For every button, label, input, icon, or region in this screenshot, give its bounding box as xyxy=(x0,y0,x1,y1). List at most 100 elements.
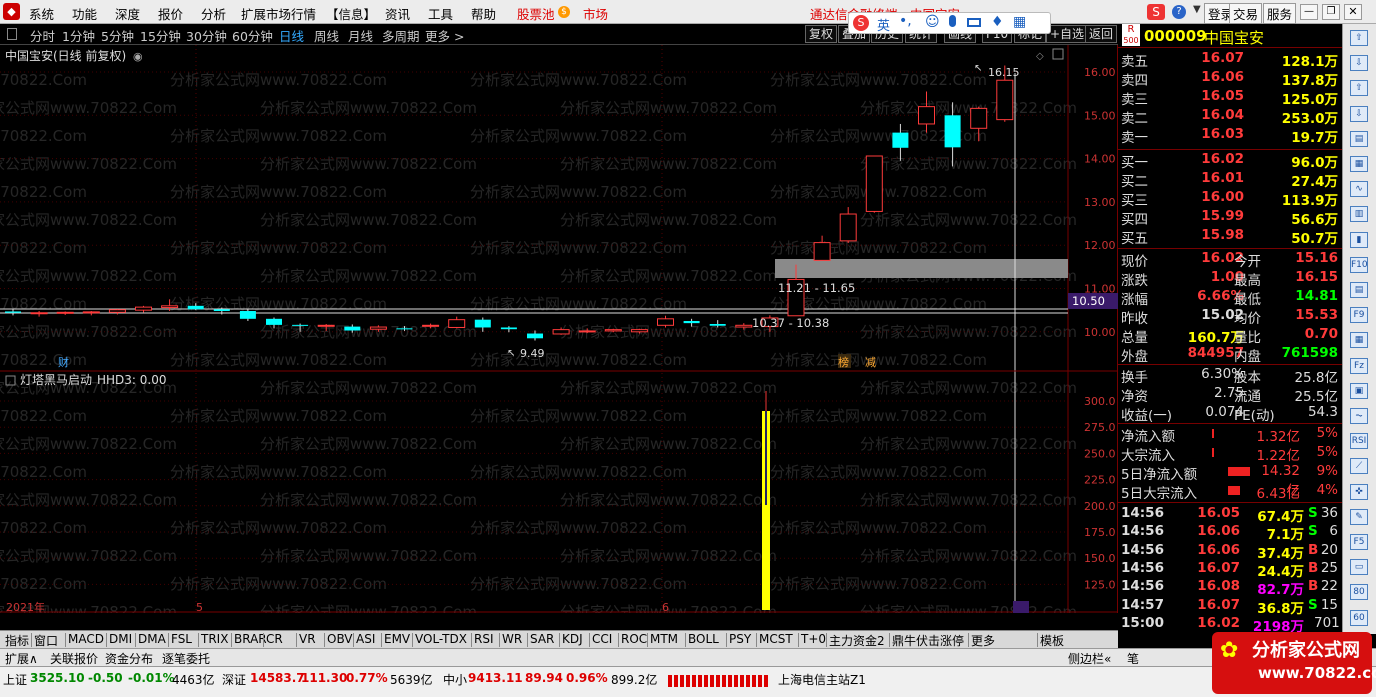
ask-row[interactable]: 卖三 16.05 125.0万 xyxy=(1118,88,1342,108)
tick-row[interactable]: 14:57 16.07 36.8万 S 15 xyxy=(1118,597,1342,617)
indicator-tab[interactable]: 更多 xyxy=(971,632,995,649)
period-tab-fenshi[interactable]: 分时 xyxy=(30,26,55,45)
indicator-tab[interactable]: CR xyxy=(266,632,283,646)
indicator-tab[interactable]: BOLL xyxy=(688,632,719,646)
menu-ext-market[interactable]: 扩展市场行情 xyxy=(241,4,316,23)
ext-tab-orders[interactable]: 逐笔委托 xyxy=(162,650,210,667)
Fz-icon[interactable]: Fz xyxy=(1350,357,1368,374)
menu-info[interactable]: 【信息】 xyxy=(326,4,376,23)
sh-name[interactable]: 上证 xyxy=(3,671,27,688)
F10-icon[interactable]: F10 xyxy=(1350,256,1368,273)
menu-help[interactable]: 帮助 xyxy=(471,4,496,23)
indicator-tab[interactable]: 模板 xyxy=(1040,632,1064,649)
bid-row[interactable]: 买一 16.02 96.0万 xyxy=(1118,151,1342,171)
menu-analysis[interactable]: 分析 xyxy=(201,4,226,23)
service-button[interactable]: 服务 xyxy=(1263,3,1297,24)
menu-system[interactable]: 系统 xyxy=(29,4,54,23)
indicator-tab[interactable]: T+0 xyxy=(801,632,826,646)
indicator-tab[interactable]: MACD xyxy=(68,632,104,646)
indicator-tab[interactable]: RSI xyxy=(474,632,494,646)
punctuation-icon[interactable]: •, xyxy=(899,13,912,29)
slider-icon[interactable]: ▭ xyxy=(1350,559,1368,576)
ask-row[interactable]: 卖四 16.06 137.8万 xyxy=(1118,69,1342,89)
indicator-tab[interactable]: OBV xyxy=(327,632,353,646)
period-tab-more[interactable]: 更多 > xyxy=(425,26,464,45)
period-tab-monthly[interactable]: 月线 xyxy=(348,26,373,45)
keyboard-icon[interactable] xyxy=(967,18,981,27)
indicator-tab[interactable]: FSL xyxy=(171,632,192,646)
slash-icon[interactable]: ⟋ xyxy=(1350,458,1368,475)
help-icon[interactable]: ? xyxy=(1172,5,1186,19)
indicator-tab[interactable]: SAR xyxy=(530,632,554,646)
RSI-icon[interactable]: RSI xyxy=(1350,433,1368,450)
fuquan-button[interactable]: 复权 xyxy=(805,25,838,43)
stock-pool-button[interactable]: 股票池 xyxy=(517,4,555,23)
minimize-icon[interactable]: — xyxy=(1300,4,1318,20)
indicator-tab[interactable]: DMI xyxy=(109,632,132,646)
tick-row[interactable]: 15:00 16.02 2198万 701 xyxy=(1118,615,1342,635)
indicator-tab[interactable]: 鼎牛伏击涨停 xyxy=(892,632,964,649)
indicator-tab[interactable]: VOL-TDX xyxy=(415,632,467,646)
indicator-tab[interactable]: TRIX xyxy=(201,632,228,646)
indicator-tab[interactable]: 主力资金2 xyxy=(829,632,885,649)
stat-row[interactable]: 外盘 844957 内盘 761598 xyxy=(1118,345,1342,365)
indicator-tab[interactable]: ROC xyxy=(621,632,647,646)
indicator-tab[interactable]: PSY xyxy=(729,632,751,646)
up2-icon[interactable]: ⇧ xyxy=(1350,80,1368,97)
period-tab-1min[interactable]: 1分钟 xyxy=(62,26,95,45)
indicator-tab[interactable]: CCI xyxy=(592,632,612,646)
indicator-tab[interactable]: MCST xyxy=(759,632,793,646)
indicator-tab[interactable]: 窗口 xyxy=(34,632,58,649)
chart-expand-icon[interactable] xyxy=(1052,48,1064,60)
emoji-icon[interactable]: ☺ xyxy=(925,14,940,30)
bars-icon[interactable]: ▮ xyxy=(1350,231,1368,248)
flow-row[interactable]: 净流入额 1.32亿 5% xyxy=(1118,425,1342,445)
bid-row[interactable]: 买四 15.99 56.6万 xyxy=(1118,208,1342,228)
bid-row[interactable]: 买五 15.98 50.7万 xyxy=(1118,227,1342,247)
add-watchlist-button[interactable]: +自选 xyxy=(1046,25,1089,43)
doc-icon[interactable]: ▤ xyxy=(1350,282,1368,298)
period-tab-daily[interactable]: 日线 xyxy=(279,26,304,45)
dropdown-icon[interactable]: ▼ xyxy=(1193,4,1201,15)
indicator-tab[interactable]: WR xyxy=(502,632,522,646)
tick-row[interactable]: 14:56 16.06 37.4万 B 20 xyxy=(1118,542,1342,562)
chart-area[interactable]: 分析家公式网www.70822.Com 分析家公式网www.70822.Com 分析… xyxy=(0,45,1118,629)
maximize-icon[interactable]: ❐ xyxy=(1322,4,1340,20)
period-tab-30min[interactable]: 30分钟 xyxy=(186,26,227,45)
ext-tab-related[interactable]: 关联报价 xyxy=(50,650,98,667)
grid-icon[interactable]: ▦ xyxy=(1350,156,1368,172)
tick-row[interactable]: 14:56 16.07 24.4万 B 25 xyxy=(1118,560,1342,580)
stat-row[interactable]: 现价 16.02 今开 15.16 xyxy=(1118,250,1342,270)
close-icon[interactable]: ✕ xyxy=(1344,4,1362,20)
period-tab-weekly[interactable]: 周线 xyxy=(314,26,339,45)
down-arrow-icon[interactable]: ⇩ xyxy=(1350,55,1368,72)
indicator-tab[interactable]: ASI xyxy=(356,632,375,646)
back-button[interactable]: 返回 xyxy=(1085,25,1118,43)
zx-name[interactable]: 中小 xyxy=(443,671,467,688)
bid-row[interactable]: 买二 16.01 27.4万 xyxy=(1118,170,1342,190)
chart-settings-icon[interactable]: ◉ xyxy=(133,50,143,63)
F9-icon[interactable]: F9 xyxy=(1350,307,1368,324)
server-name[interactable]: 上海电信主站Z1 xyxy=(778,671,866,688)
line-icon[interactable]: ⏦ xyxy=(1350,408,1368,424)
period-tab-60min[interactable]: 60分钟 xyxy=(232,26,273,45)
80-icon[interactable]: 80 xyxy=(1350,584,1368,601)
ask-row[interactable]: 卖二 16.04 253.0万 xyxy=(1118,107,1342,127)
menu-function[interactable]: 功能 xyxy=(72,4,97,23)
mic-icon[interactable] xyxy=(949,15,956,27)
ext-tab-fund-dist[interactable]: 资金分布 xyxy=(105,650,153,667)
chart-icon[interactable]: ∿ xyxy=(1350,181,1368,198)
fund-row[interactable]: 净资 2.75 流通 25.5亿 xyxy=(1118,385,1342,405)
indicator-tab[interactable]: MTM xyxy=(650,632,678,646)
fund-row[interactable]: 收益(一) 0.074 PE(动) 54.3 xyxy=(1118,404,1342,424)
side-tab-bi[interactable]: 笔 xyxy=(1127,650,1139,667)
ext-tab-expand[interactable]: 扩展∧ xyxy=(5,650,38,667)
stat-row[interactable]: 涨跌 1.00 最高 16.15 xyxy=(1118,269,1342,289)
list-icon[interactable]: ▤ xyxy=(1350,130,1368,147)
indicator-tab[interactable]: KDJ xyxy=(562,632,583,646)
menu-quote[interactable]: 报价 xyxy=(158,4,183,23)
ask-row[interactable]: 卖一 16.03 19.7万 xyxy=(1118,126,1342,146)
cross-icon[interactable]: ✜ xyxy=(1350,483,1368,500)
indicator-tab[interactable]: BRAR xyxy=(234,632,267,646)
win-logo-icon[interactable]: S xyxy=(1147,4,1165,20)
